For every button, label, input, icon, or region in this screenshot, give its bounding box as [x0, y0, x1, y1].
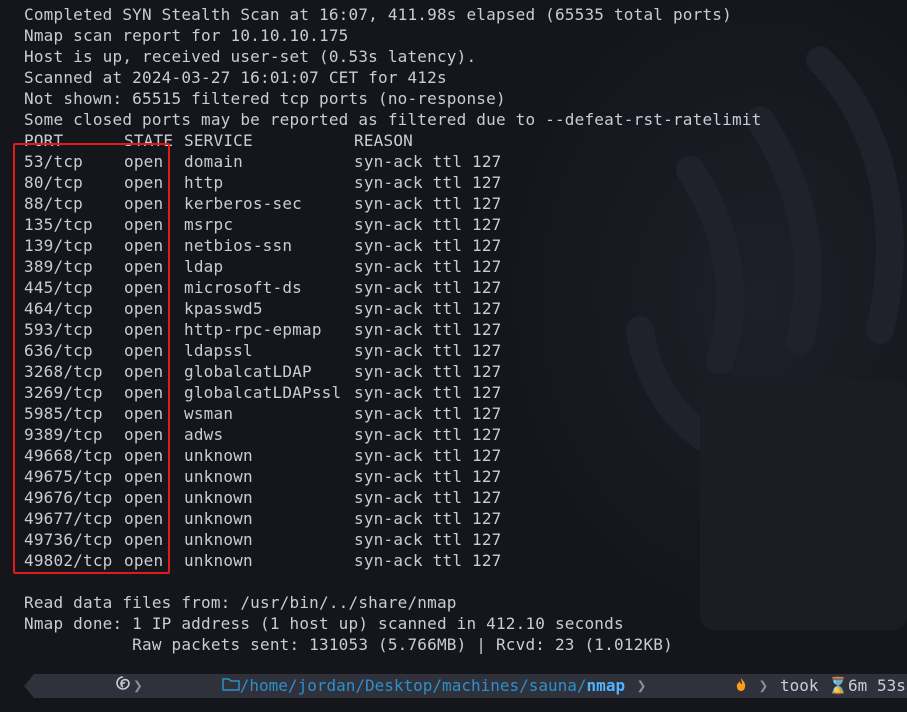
output-line: Host is up, received user-set (0.53s lat…	[24, 47, 477, 66]
hourglass-icon: ⌛	[818, 676, 849, 695]
service-cell: netbios-ssn	[184, 236, 293, 255]
service-cell: http-rpc-epmap	[184, 320, 322, 339]
reason-cell: syn-ack ttl 127	[354, 383, 502, 402]
service-cell: unknown	[184, 467, 253, 486]
service-cell: wsman	[184, 404, 234, 423]
output-line: Nmap done: 1 IP address (1 host up) scan…	[24, 614, 624, 633]
prompt-os-segment: ❯ /home/jordan/Desktop/machines/sauna/nm…	[34, 674, 907, 698]
output-line: Scanned at 2024-03-27 16:01:07 CET for 4…	[24, 68, 447, 87]
service-cell: domain	[184, 152, 243, 171]
reason-cell: syn-ack ttl 127	[354, 446, 502, 465]
reason-cell: syn-ack ttl 127	[354, 467, 502, 486]
service-cell: globalcatLDAPssl	[184, 383, 342, 402]
reason-cell: syn-ack ttl 127	[354, 341, 502, 360]
column-header: SERVICE	[184, 131, 253, 150]
reason-cell: syn-ack ttl 127	[354, 509, 502, 528]
chevron-right-icon: ❯	[133, 676, 143, 695]
service-cell: kerberos-sec	[184, 194, 302, 213]
service-cell: unknown	[184, 530, 253, 549]
service-cell: unknown	[184, 446, 253, 465]
open-ports-highlight-box	[13, 143, 170, 574]
reason-cell: syn-ack ttl 127	[354, 257, 502, 276]
service-cell: unknown	[184, 551, 253, 570]
reason-cell: syn-ack ttl 127	[354, 299, 502, 318]
output-line: Not shown: 65515 filtered tcp ports (no-…	[24, 89, 506, 108]
reason-cell: syn-ack ttl 127	[354, 404, 502, 423]
prompt-path-prefix: /home/jordan/Desktop/machines/sauna/	[239, 676, 587, 695]
prompt-path-current: nmap	[586, 676, 626, 695]
prompt-left-cap	[24, 674, 34, 698]
service-cell: microsoft-ds	[184, 278, 302, 297]
output-line: Nmap scan report for 10.10.10.175	[24, 26, 349, 45]
reason-cell: syn-ack ttl 127	[354, 152, 502, 171]
fire-icon	[658, 650, 747, 712]
reason-cell: syn-ack ttl 127	[354, 215, 502, 234]
debian-swirl-icon	[38, 650, 131, 712]
service-cell: msrpc	[184, 215, 234, 234]
service-cell: kpasswd5	[184, 299, 263, 318]
reason-cell: syn-ack ttl 127	[354, 530, 502, 549]
took-label: took	[779, 676, 819, 695]
reason-cell: syn-ack ttl 127	[354, 425, 502, 444]
chevron-right-icon: ❯	[749, 676, 778, 695]
service-cell: globalcatLDAP	[184, 362, 312, 381]
reason-cell: syn-ack ttl 127	[354, 320, 502, 339]
reason-cell: syn-ack ttl 127	[354, 488, 502, 507]
output-line: Completed SYN Stealth Scan at 16:07, 411…	[24, 5, 732, 24]
output-line: Some closed ports may be reported as fil…	[24, 110, 762, 129]
reason-cell: syn-ack ttl 127	[354, 362, 502, 381]
duration-value: 6m 53s	[848, 676, 906, 695]
reason-cell: syn-ack ttl 127	[354, 551, 502, 570]
reason-cell: syn-ack ttl 127	[354, 278, 502, 297]
terminal-window[interactable]: Completed SYN Stealth Scan at 16:07, 411…	[0, 0, 907, 712]
service-cell: unknown	[184, 509, 253, 528]
chevron-right-icon: ❯	[627, 676, 656, 695]
service-cell: adws	[184, 425, 224, 444]
reason-cell: syn-ack ttl 127	[354, 236, 502, 255]
reason-cell: syn-ack ttl 127	[354, 173, 502, 192]
service-cell: unknown	[184, 488, 253, 507]
service-cell: http	[184, 173, 224, 192]
service-cell: ldapssl	[184, 341, 253, 360]
folder-icon	[145, 650, 240, 712]
output-line: Read data files from: /usr/bin/../share/…	[24, 593, 457, 612]
service-cell: ldap	[184, 257, 224, 276]
column-header: REASON	[354, 131, 413, 150]
reason-cell: syn-ack ttl 127	[354, 194, 502, 213]
shell-prompt[interactable]: ❯ /home/jordan/Desktop/machines/sauna/nm…	[24, 674, 907, 698]
